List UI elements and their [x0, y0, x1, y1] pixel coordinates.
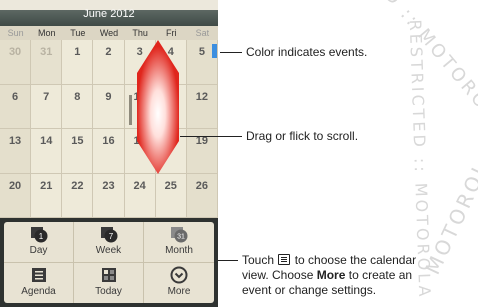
- callout-menu-instructions: Touch to choose the calendar view. Choos…: [242, 253, 476, 298]
- weekday-label: Tue: [70, 28, 86, 38]
- menu-item-label: Today: [95, 285, 122, 297]
- weekday-label: Mon: [37, 28, 56, 38]
- menu-item-agenda[interactable]: Agenda: [4, 262, 74, 303]
- more-chevron-icon: [170, 266, 188, 283]
- weekday-label: Sat: [195, 28, 210, 38]
- calendar-day-icon: 1: [30, 227, 47, 243]
- week-badge: 7: [108, 232, 113, 241]
- menu-item-week[interactable]: 7 Week: [74, 222, 144, 263]
- weekday-header: Sun Mon Tue Wed Thu Fri Sat: [0, 26, 218, 40]
- calendar-day-cell[interactable]: 31: [31, 40, 63, 85]
- calendar-day-cell[interactable]: 25: [155, 173, 187, 218]
- event-color-indicator: [129, 95, 132, 125]
- menu-item-label: Month: [165, 245, 193, 256]
- calendar-week-icon: 7: [100, 227, 117, 243]
- callout-line3: event or change settings.: [242, 283, 377, 297]
- month-badge: 31: [177, 234, 185, 241]
- weekday-label: Wed: [99, 28, 119, 38]
- callout-touch-suffix: to choose the calendar: [294, 253, 417, 267]
- calendar-day-cell[interactable]: 23: [93, 173, 125, 218]
- calendar-day-cell[interactable]: 26: [186, 173, 218, 218]
- event-color-indicator: [212, 44, 217, 58]
- menu-item-more[interactable]: More: [144, 263, 214, 304]
- calendar-day-cell[interactable]: 1: [62, 40, 94, 85]
- calendar-day-cell[interactable]: 16: [93, 129, 125, 174]
- calendar-day-cell[interactable]: 15: [62, 129, 94, 174]
- calendar-day-cell[interactable]: 7: [31, 84, 63, 129]
- month-grid: 3031123456789101112131415161718192021222…: [0, 40, 218, 218]
- calendar-day-cell[interactable]: 13: [0, 129, 32, 174]
- menu-item-day[interactable]: 1 Day: [4, 222, 74, 263]
- calendar-day-cell[interactable]: 20: [0, 173, 32, 218]
- calendar-screen: June 2012 Sun Mon Tue Wed Thu Fri Sat 30…: [0, 0, 218, 307]
- calendar-view-menu: 1 Day 7 Week 31 Month Agenda Today More: [0, 218, 218, 307]
- calendar-day-cell[interactable]: 24: [124, 173, 156, 218]
- calendar-day-cell[interactable]: 21: [31, 173, 63, 218]
- callout-scroll: Drag or flick to scroll.: [246, 129, 359, 143]
- weekday-label: Sun: [7, 28, 24, 38]
- menu-item-label: More: [167, 285, 191, 297]
- weekday-label: Thu: [132, 28, 148, 38]
- day-badge: 1: [38, 232, 43, 241]
- callout-more: More: [316, 268, 346, 282]
- callout-line-color: [220, 52, 242, 53]
- callout-touch-prefix: Touch: [242, 253, 275, 267]
- today-icon: [101, 267, 116, 282]
- menu-item-today[interactable]: Today: [74, 262, 144, 303]
- callout-line-scroll: [180, 136, 242, 137]
- callout-line-menu: [218, 260, 238, 261]
- menu-item-label: Agenda: [21, 285, 56, 297]
- weekday-label: Fri: [166, 28, 177, 38]
- calendar-day-cell[interactable]: 9: [93, 84, 125, 129]
- calendar-day-cell[interactable]: 22: [62, 173, 94, 218]
- agenda-list-icon: [31, 267, 46, 282]
- callout-color-events: Color indicates events.: [246, 45, 368, 59]
- calendar-day-cell[interactable]: 30: [0, 40, 32, 85]
- calendar-day-cell[interactable]: 6: [0, 84, 32, 129]
- callout-line2-prefix: view. Choose: [242, 268, 314, 282]
- scroll-handle[interactable]: [137, 40, 179, 174]
- menu-item-month[interactable]: 31 Month: [144, 222, 214, 263]
- calendar-day-cell[interactable]: 2: [93, 40, 125, 85]
- menu-item-label: Week: [95, 245, 122, 256]
- menu-key-icon: [278, 254, 291, 265]
- calendar-day-cell[interactable]: 12: [186, 84, 218, 129]
- menu-item-label: Day: [29, 245, 48, 256]
- calendar-day-cell[interactable]: 8: [62, 84, 94, 129]
- callout-line2-suffix: to create an: [348, 268, 413, 282]
- calendar-month-icon: 31: [171, 227, 188, 243]
- calendar-day-cell[interactable]: 14: [31, 129, 63, 174]
- watermark-text: MOTOROLA CONFIDENTIAL: [420, 0, 478, 279]
- month-title-bar: June 2012: [0, 0, 218, 26]
- month-title: June 2012: [83, 8, 135, 20]
